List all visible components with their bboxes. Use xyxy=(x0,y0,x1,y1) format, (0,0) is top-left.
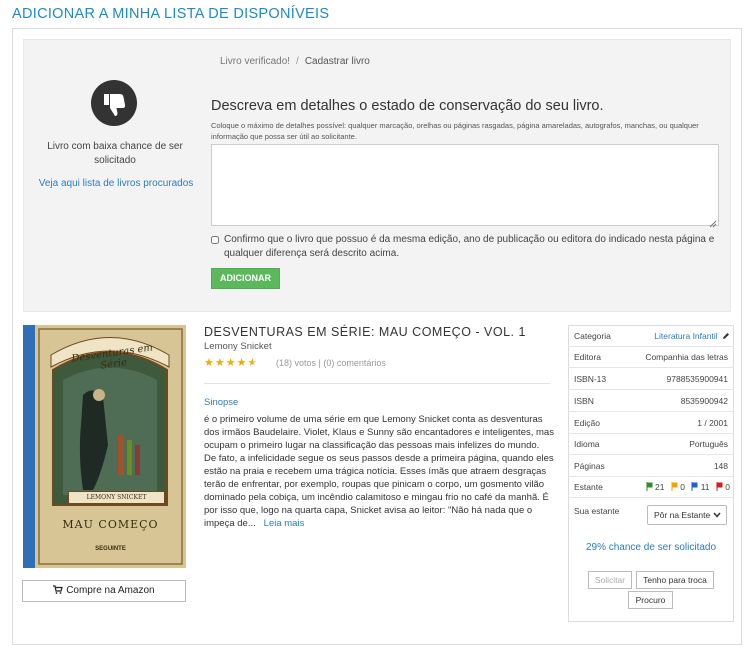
shelf-flag-red[interactable]: 0 xyxy=(716,482,730,492)
breadcrumb-item-current: Cadastrar livro xyxy=(304,56,370,67)
info-row-isbn: ISBN 8535900942 xyxy=(574,396,728,406)
shelf-count-blue: 11 xyxy=(700,482,710,492)
breadcrumb-item-verified[interactable]: Livro verificado! xyxy=(220,56,290,67)
rating-stars: ★★★★★ xyxy=(204,356,258,369)
low-chance-text: Livro com baixa chance de ser solicitado xyxy=(47,141,183,166)
have-for-trade-button[interactable]: Tenho para troca xyxy=(636,571,714,589)
resize-handle-icon[interactable] xyxy=(708,215,717,228)
shelf-count-orange: 0 xyxy=(680,482,685,492)
cover-subtitle: MAU COMEÇO xyxy=(62,518,159,531)
synopsis-label: Sinopse xyxy=(204,397,239,408)
form-title: Descreva em detalhes o estado de conserv… xyxy=(211,98,604,114)
confirm-checkbox[interactable] xyxy=(211,236,219,244)
info-row-edition: Edição 1 / 2001 xyxy=(574,418,728,428)
language-value: Português xyxy=(689,439,728,449)
info-row-publisher: Editora Companhia das letras xyxy=(574,352,728,362)
page-title: ADICIONAR A MINHA LISTA DE DISPONÍVEIS xyxy=(12,6,330,22)
publisher-value: Companhia das letras xyxy=(645,352,728,362)
cover-author: LEMONY SNICKET xyxy=(68,491,165,504)
row-divider xyxy=(568,454,734,455)
category-value: Literatura Infantil xyxy=(654,331,730,341)
chevron-down-icon xyxy=(713,506,721,524)
add-button[interactable]: ADICIONAR xyxy=(211,268,280,289)
shelf-counts: 21 0 11 0 xyxy=(646,482,730,492)
synopsis-body: é o primeiro volume de uma série em que … xyxy=(204,414,554,529)
pages-label: Páginas xyxy=(574,461,605,471)
isbn-value: 8535900942 xyxy=(680,396,728,406)
row-divider xyxy=(568,346,734,347)
star-icon: ★ xyxy=(214,357,226,369)
isbn13-value: 9788535900941 xyxy=(666,374,728,384)
pages-value: 148 xyxy=(713,461,728,471)
category-label: Categoria xyxy=(574,331,611,341)
info-row-category: Categoria Literatura Infantil xyxy=(574,331,730,341)
row-divider xyxy=(568,433,734,434)
request-chance-text: 29% chance de ser solicitado xyxy=(585,542,717,553)
language-label: Idioma xyxy=(574,439,600,449)
condition-textarea[interactable] xyxy=(211,144,719,226)
thumbs-down-icon xyxy=(91,80,137,126)
pencil-icon[interactable] xyxy=(720,331,730,341)
row-divider xyxy=(568,367,734,368)
cart-icon xyxy=(53,585,66,596)
row-divider xyxy=(568,497,734,498)
info-row-isbn13: ISBN-13 9788535900941 xyxy=(574,374,728,384)
votes-comments: (18) votos | (0) comentários xyxy=(276,358,386,368)
amazon-buy-button[interactable]: Compre na Amazon xyxy=(22,580,186,602)
comments-count: (0) comentários xyxy=(323,358,386,368)
looking-for-button[interactable]: Procuro xyxy=(628,591,673,609)
info-row-pages: Páginas 148 xyxy=(574,461,728,471)
publisher-label: Editora xyxy=(574,352,601,362)
wanted-books-link[interactable]: Veja aqui lista de livros procurados xyxy=(24,178,208,189)
shelf-select-value: Pôr na Estante xyxy=(654,510,711,520)
breadcrumb: Livro verificado! / Cadastrar livro xyxy=(220,56,370,67)
star-icon: ★ xyxy=(236,357,248,369)
votes-count: (18) votos xyxy=(276,358,317,368)
shelf-flag-orange[interactable]: 0 xyxy=(671,482,685,492)
row-divider xyxy=(568,476,734,477)
isbn-label: ISBN xyxy=(574,396,594,406)
shelf-count-red: 0 xyxy=(725,482,730,492)
read-more-link[interactable]: Leia mais xyxy=(264,518,305,529)
synopsis-text: é o primeiro volume de uma série em que … xyxy=(204,413,554,530)
form-hint: Coloque o máximo de detalhes possível: q… xyxy=(211,121,699,141)
shelf-flag-green[interactable]: 21 xyxy=(646,482,665,492)
half-star-icon: ★ xyxy=(247,357,259,369)
category-link[interactable]: Literatura Infantil xyxy=(654,331,717,341)
edition-value: 1 / 2001 xyxy=(697,418,728,428)
cover-publisher: SEGUINTE xyxy=(95,546,126,552)
isbn13-label: ISBN-13 xyxy=(574,374,607,384)
book-author[interactable]: Lemony Snicket xyxy=(204,341,272,352)
row-divider xyxy=(568,389,734,390)
your-shelf-label: Sua estante xyxy=(574,506,620,516)
confirm-text: Confirmo que o livro que possuo é da mes… xyxy=(224,234,715,259)
shelf-select[interactable]: Pôr na Estante xyxy=(647,505,727,525)
edition-label: Edição xyxy=(574,418,600,428)
row-divider xyxy=(568,411,734,412)
star-icon: ★ xyxy=(204,357,215,369)
shelf-count-green: 21 xyxy=(654,482,665,492)
request-button[interactable]: Solicitar xyxy=(588,571,632,589)
info-row-shelf: Estante 21 0 11 0 xyxy=(574,482,730,492)
divider xyxy=(204,383,550,384)
shelf-flag-blue[interactable]: 11 xyxy=(691,482,710,492)
shelf-label: Estante xyxy=(574,482,603,492)
star-icon: ★ xyxy=(225,357,237,369)
book-title: DESVENTURAS EM SÉRIE: MAU COMEÇO - VOL. … xyxy=(204,325,526,339)
amazon-button-label: Compre na Amazon xyxy=(66,585,155,596)
info-row-language: Idioma Português xyxy=(574,439,728,449)
breadcrumb-separator: / xyxy=(296,56,299,67)
